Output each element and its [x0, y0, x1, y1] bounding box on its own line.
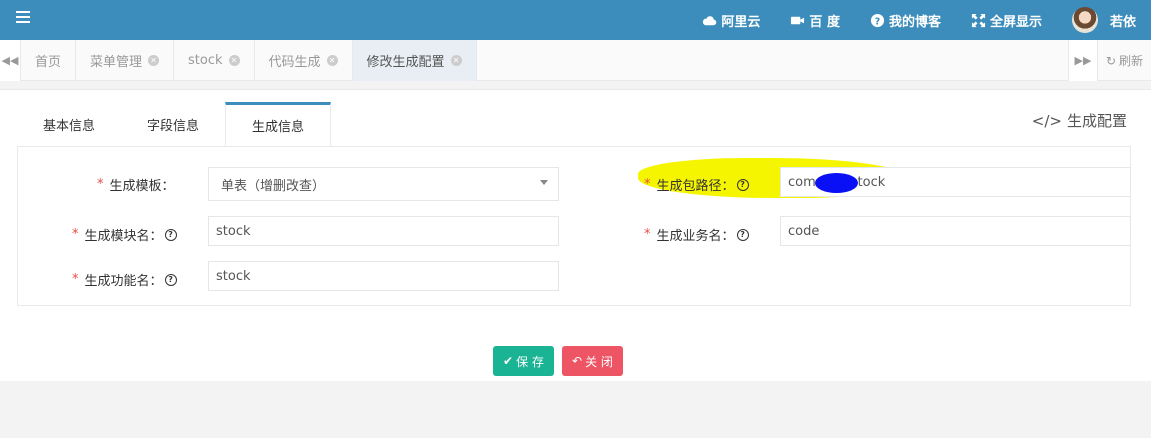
tab-label: 生成信息: [252, 119, 305, 135]
close-icon[interactable]: ✕: [228, 55, 240, 66]
module-name-input[interactable]: stock: [208, 216, 559, 246]
nav-link-label: 百 度: [809, 14, 840, 30]
question-circle-icon[interactable]: ?: [164, 228, 177, 241]
config-title: 生成配置: [1066, 112, 1127, 130]
user-name: 若依: [1109, 14, 1136, 30]
tab-menu-management[interactable]: 菜单管理 ✕: [76, 40, 175, 81]
select-value: 单表（增删改查）: [221, 178, 326, 194]
svg-text:?: ?: [875, 16, 880, 27]
question-circle-icon[interactable]: ?: [736, 178, 749, 191]
tab-label: 代码生成: [268, 55, 321, 70]
business-name-input[interactable]: code: [780, 216, 1131, 246]
nav-link-fullscreen[interactable]: 全屏显示: [956, 0, 1057, 40]
check-icon: ✔: [503, 354, 514, 368]
input-value: code: [788, 223, 820, 239]
label-template: * 生成模板：: [97, 177, 175, 194]
nav-link-baidu[interactable]: 百 度: [775, 0, 855, 40]
label-text: 生成模块名：: [84, 229, 163, 244]
close-label: 关 闭: [585, 354, 613, 369]
label-text: 生成业务名：: [656, 229, 735, 244]
menu-toggle-icon[interactable]: [16, 11, 30, 25]
page-title: </> 生成配置: [1032, 110, 1127, 131]
tab-basic-info[interactable]: 基本信息: [17, 102, 121, 146]
close-icon[interactable]: ✕: [326, 55, 338, 66]
nav-link-label: 全屏显示: [989, 14, 1042, 30]
label-package: * 生成包路径：?: [644, 175, 749, 194]
top-navbar: 阿里云 百 度 ? 我的博客 全屏显示 若依: [0, 0, 1151, 40]
input-value: com: [788, 174, 816, 190]
nav-link-label: 阿里云: [721, 14, 761, 30]
tab-field-info[interactable]: 字段信息: [121, 102, 225, 146]
tab-edit-gen-config[interactable]: 修改生成配置 ✕: [352, 40, 477, 81]
tab-label: 首页: [35, 55, 62, 70]
tabs-scroll-left-icon[interactable]: ◀◀: [0, 40, 21, 81]
refresh-icon: ↻: [1105, 53, 1117, 68]
tab-label: 修改生成配置: [366, 55, 445, 70]
reply-icon: ↶: [572, 354, 583, 368]
tab-label: stock: [188, 53, 223, 68]
avatar: [1071, 7, 1098, 33]
tab-home[interactable]: 首页: [21, 40, 77, 81]
label-business: * 生成业务名：?: [644, 225, 749, 244]
refresh-button[interactable]: ↻ 刷新: [1098, 40, 1151, 81]
close-icon[interactable]: ✕: [148, 55, 160, 66]
close-icon[interactable]: ✕: [450, 55, 462, 66]
code-icon: </>: [1031, 111, 1062, 130]
tab-gen-info[interactable]: 生成信息: [225, 102, 332, 146]
label-module: * 生成模块名：?: [72, 225, 177, 244]
function-name-input[interactable]: stock: [208, 261, 559, 291]
tabs-scroll-right-icon[interactable]: ▶▶: [1068, 40, 1098, 81]
save-button[interactable]: ✔ 保 存: [493, 346, 554, 376]
tab-stock[interactable]: stock ✕: [174, 40, 255, 81]
input-value: stock: [216, 268, 251, 284]
close-button[interactable]: ↶ 关 闭: [562, 346, 623, 376]
nav-link-aliyun[interactable]: 阿里云: [687, 0, 775, 40]
chevron-down-icon: [540, 180, 548, 185]
video-icon: [791, 16, 805, 24]
form-tabs: 基本信息 字段信息 生成信息: [17, 102, 332, 146]
blue-redaction: [815, 173, 858, 193]
question-circle-icon: ?: [870, 13, 885, 27]
refresh-label: 刷新: [1119, 54, 1144, 68]
page-tabs-bar: ◀◀ 首页 菜单管理 ✕ stock ✕ 代码生成 ✕ 修改生成配置 ✕ ▶▶ ↻ 刷新: [0, 40, 1151, 81]
label-text: 生成模板：: [109, 179, 175, 194]
label-function: * 生成功能名：?: [72, 270, 177, 289]
cloud-icon: [703, 15, 717, 25]
save-label: 保 存: [516, 354, 544, 369]
nav-link-blog[interactable]: ? 我的博客: [855, 0, 956, 40]
input-value: stock: [216, 223, 251, 239]
question-circle-icon[interactable]: ?: [736, 228, 749, 241]
label-text: 生成功能名：: [84, 274, 163, 289]
label-text: 生成包路径：: [656, 179, 735, 194]
tab-label: 字段信息: [147, 118, 200, 134]
question-circle-icon[interactable]: ?: [164, 273, 177, 286]
tab-label: 基本信息: [43, 118, 96, 134]
fullscreen-icon: [971, 13, 986, 27]
nav-link-label: 我的博客: [888, 14, 941, 30]
user-menu[interactable]: 若依: [1057, 0, 1151, 40]
tab-label: 菜单管理: [90, 55, 143, 70]
tab-code-generation[interactable]: 代码生成 ✕: [255, 40, 353, 81]
template-select[interactable]: 单表（增删改查）: [208, 167, 559, 201]
